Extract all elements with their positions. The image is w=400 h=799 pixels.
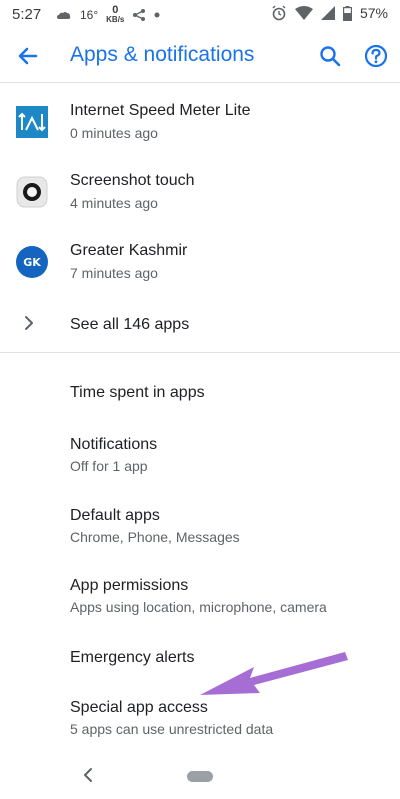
dot-icon bbox=[154, 12, 160, 17]
setting-subtitle: Apps using location, microphone, camera bbox=[70, 599, 327, 615]
app-name: Greater Kashmir bbox=[70, 242, 188, 259]
battery-percent: 57% bbox=[359, 5, 388, 21]
see-all-label: See all 146 apps bbox=[70, 316, 190, 333]
app-bar: Apps & notifications bbox=[0, 30, 400, 82]
back-arrow-icon[interactable] bbox=[14, 42, 42, 70]
status-right-icons: 57% bbox=[271, 5, 388, 21]
help-icon[interactable] bbox=[362, 42, 390, 70]
speed-meter-icon bbox=[16, 106, 48, 138]
see-all-apps-button[interactable]: See all 146 apps bbox=[0, 296, 400, 354]
temperature-text: 16° bbox=[80, 7, 99, 22]
page-title: Apps & notifications bbox=[70, 43, 255, 66]
recent-app-row[interactable]: Internet Speed Meter Lite 0 minutes ago bbox=[0, 90, 400, 160]
screenshot-touch-icon bbox=[16, 176, 48, 208]
alarm-icon bbox=[272, 5, 286, 21]
appbar-divider bbox=[0, 82, 400, 83]
chevron-right-icon bbox=[25, 316, 33, 330]
app-last-used: 0 minutes ago bbox=[70, 125, 158, 141]
setting-title: Time spent in apps bbox=[70, 384, 205, 401]
app-icon-text: GK bbox=[23, 255, 41, 269]
recent-app-row[interactable]: GK Greater Kashmir 7 minutes ago bbox=[0, 230, 400, 300]
navigation-bar bbox=[0, 752, 400, 799]
setting-special-app-access[interactable]: Special app access 5 apps can use unrest… bbox=[0, 686, 400, 748]
setting-title: App permissions bbox=[70, 577, 189, 594]
setting-time-spent[interactable]: Time spent in apps bbox=[0, 368, 400, 418]
setting-title: Notifications bbox=[70, 436, 158, 453]
app-last-used: 7 minutes ago bbox=[70, 265, 158, 281]
app-name: Internet Speed Meter Lite bbox=[70, 102, 251, 119]
setting-subtitle: Chrome, Phone, Messages bbox=[70, 529, 240, 545]
section-divider bbox=[0, 352, 400, 353]
setting-subtitle: 5 apps can use unrestricted data bbox=[70, 721, 274, 737]
nav-back-icon[interactable] bbox=[80, 766, 96, 784]
battery-icon bbox=[342, 5, 352, 21]
speed-unit: KB/s bbox=[106, 15, 125, 24]
setting-app-permissions[interactable]: App permissions Apps using location, mic… bbox=[0, 564, 400, 626]
setting-title: Special app access bbox=[70, 699, 208, 716]
network-speed: 0 KB/s bbox=[106, 5, 124, 24]
nav-home-pill[interactable] bbox=[187, 771, 213, 782]
setting-emergency-alerts[interactable]: Emergency alerts bbox=[0, 634, 400, 684]
setting-notifications[interactable]: Notifications Off for 1 app bbox=[0, 424, 400, 486]
setting-subtitle: Off for 1 app bbox=[70, 458, 148, 474]
setting-default-apps[interactable]: Default apps Chrome, Phone, Messages bbox=[0, 494, 400, 556]
greater-kashmir-icon: GK bbox=[16, 246, 48, 278]
status-left-icons: 16° 0 KB/s bbox=[56, 5, 160, 24]
weather-icon bbox=[57, 11, 71, 19]
search-icon[interactable] bbox=[316, 42, 344, 70]
status-bar: 5:27 16° 0 KB/s 57% bbox=[0, 0, 400, 30]
setting-title: Emergency alerts bbox=[70, 649, 195, 666]
recent-app-row[interactable]: Screenshot touch 4 minutes ago bbox=[0, 160, 400, 230]
setting-title: Default apps bbox=[70, 507, 160, 524]
signal-icon bbox=[320, 6, 335, 20]
app-last-used: 4 minutes ago bbox=[70, 195, 158, 211]
status-time: 5:27 bbox=[12, 6, 42, 23]
share-icon bbox=[133, 8, 146, 21]
app-name: Screenshot touch bbox=[70, 172, 195, 189]
wifi-icon bbox=[294, 6, 313, 20]
